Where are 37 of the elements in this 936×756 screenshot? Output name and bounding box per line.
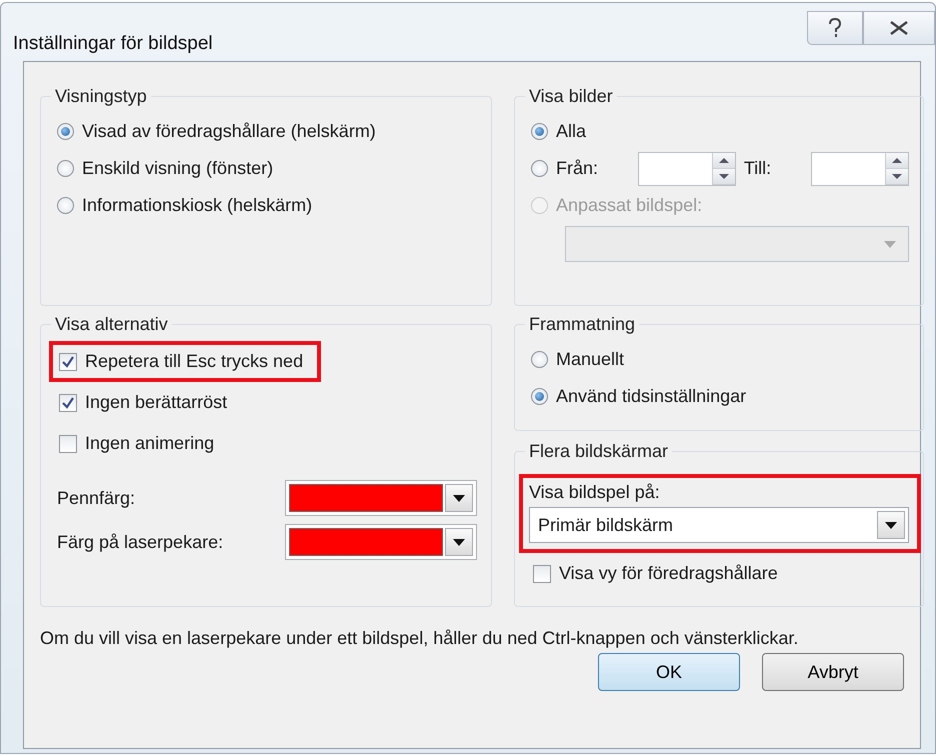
help-icon — [827, 18, 843, 38]
from-spin-field[interactable] — [638, 152, 736, 186]
help-button[interactable] — [807, 11, 863, 45]
color-label: Pennfärg: — [57, 488, 136, 508]
checkbox-option[interactable]: Ingen berättarröst — [49, 382, 246, 423]
hint-text: Om du vill visa en laserpekare under ett bildspel, håller du ned Ctrl-knappen och vänsterklickar. — [40, 627, 800, 650]
monitor-label: Visa bildspel på: — [529, 482, 661, 503]
group-title: Flera bildskärmar — [528, 441, 670, 462]
group-title: Visningstyp — [54, 86, 148, 107]
dialog-button[interactable]: OK — [598, 653, 740, 691]
radio-option[interactable]: Enskild visning (fönster) — [57, 150, 477, 187]
group-title: Frammatning — [528, 314, 636, 335]
monitor-dropdown[interactable]: Primär bildskärm — [529, 507, 909, 543]
window-title: Inställningar för bildspel — [13, 33, 213, 55]
radio-option[interactable]: Manuellt — [531, 341, 909, 378]
color-picker[interactable] — [285, 524, 477, 560]
close-button[interactable] — [863, 11, 935, 45]
radio-label[interactable]: Alla — [556, 121, 586, 142]
color-picker[interactable] — [285, 480, 477, 516]
dialog-button[interactable]: Avbryt — [762, 653, 904, 691]
group-title: Visa alternativ — [54, 314, 169, 335]
check-icon — [61, 396, 75, 410]
radio-label[interactable]: Från: — [556, 158, 598, 179]
to-spin-field[interactable] — [811, 152, 909, 186]
checkbox-option[interactable]: Repetera till Esc trycks ned — [49, 341, 322, 382]
group-title: Visa bilder — [528, 86, 614, 107]
to-label: Till: — [744, 158, 772, 179]
radio-option[interactable]: Informationskiosk (helskärm) — [57, 187, 477, 224]
radio-option[interactable]: Visad av föredragshållare (helskärm) — [57, 113, 477, 150]
check-icon — [61, 354, 75, 368]
color-label: Färg på laserpekare: — [57, 532, 224, 552]
close-icon — [889, 20, 909, 36]
checkbox-option[interactable]: Visa vy för föredragshållare — [523, 553, 796, 594]
radio-button[interactable] — [531, 160, 548, 177]
radio-option[interactable]: Använd tidsinställningar — [531, 378, 909, 415]
radio-button[interactable] — [531, 123, 548, 140]
checkbox-option[interactable]: Ingen animering — [49, 423, 232, 464]
